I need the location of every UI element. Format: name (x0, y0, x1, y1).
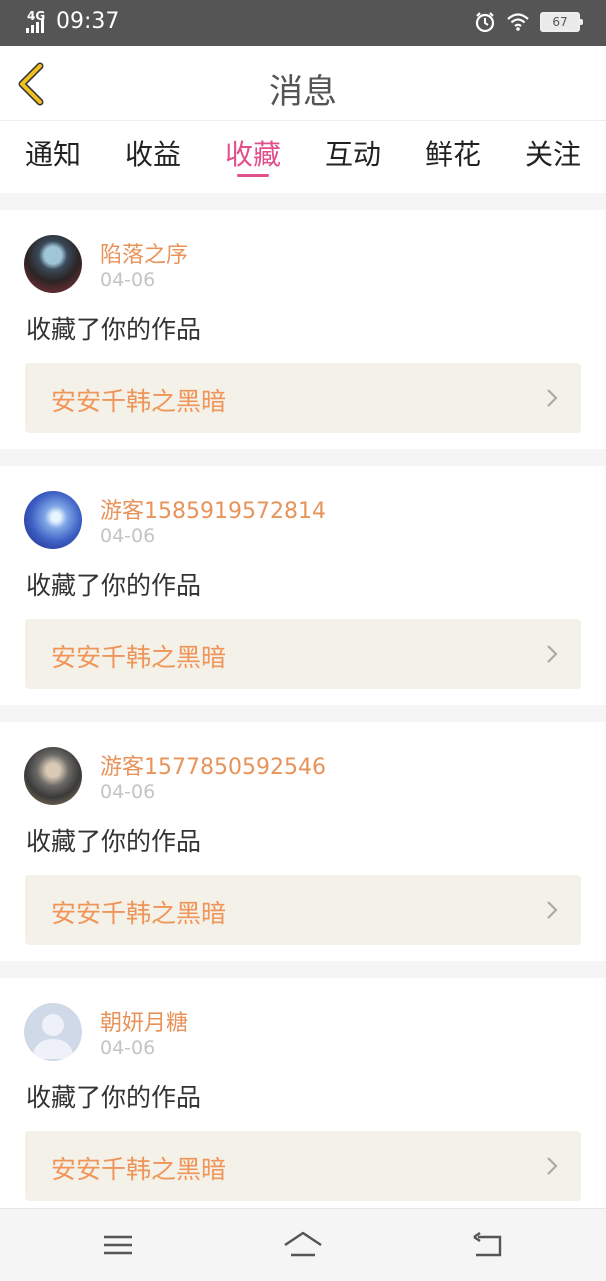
work-title: 安安千韩之黑暗 (51, 643, 227, 672)
work-title: 安安千韩之黑暗 (51, 387, 227, 416)
battery-icon: 67 (540, 12, 583, 32)
clock: 09:37 (56, 9, 120, 34)
menu-icon[interactable] (98, 1229, 138, 1261)
status-bar: 4G 09:37 67 (0, 0, 606, 46)
alarm-icon (475, 12, 495, 33)
message-text: 收藏了你的作品 (26, 827, 202, 856)
work-link[interactable]: 安安千韩之黑暗 (25, 619, 581, 689)
tab-earnings[interactable]: 收益 (124, 121, 182, 193)
tab-flowers[interactable]: 鲜花 (424, 121, 482, 193)
default-avatar-icon (32, 1014, 74, 1059)
work-link[interactable]: 安安千韩之黑暗 (25, 875, 581, 945)
message-date: 04-06 (100, 269, 156, 291)
message-text: 收藏了你的作品 (26, 571, 202, 600)
message-list: 陷落之序 04-06 收藏了你的作品 安安千韩之黑暗 游客15859195728… (0, 193, 606, 1217)
tab-bar: 通知 收益 收藏 互动 鲜花 关注 (0, 121, 606, 193)
battery-level: 67 (552, 15, 568, 29)
avatar[interactable] (24, 491, 82, 549)
work-link[interactable]: 安安千韩之黑暗 (25, 363, 581, 433)
signal-icon: 4G (26, 9, 52, 35)
username[interactable]: 陷落之序 (100, 237, 188, 269)
work-title: 安安千韩之黑暗 (51, 1155, 227, 1184)
message-card: 游客1585919572814 04-06 收藏了你的作品 安安千韩之黑暗 (0, 466, 606, 705)
avatar[interactable] (24, 747, 82, 805)
system-nav-bar (0, 1208, 606, 1281)
home-icon[interactable] (283, 1229, 323, 1261)
chevron-right-icon (547, 901, 558, 919)
message-text: 收藏了你的作品 (26, 315, 202, 344)
message-card: 陷落之序 04-06 收藏了你的作品 安安千韩之黑暗 (0, 210, 606, 449)
tab-follows[interactable]: 关注 (524, 121, 582, 193)
username[interactable]: 游客1585919572814 (100, 493, 326, 525)
chevron-right-icon (547, 1157, 558, 1175)
chevron-right-icon (547, 645, 558, 663)
avatar[interactable] (24, 1003, 82, 1061)
header: 消息 (0, 46, 606, 121)
message-date: 04-06 (100, 1037, 156, 1059)
message-text: 收藏了你的作品 (26, 1083, 202, 1112)
tab-interactions[interactable]: 互动 (324, 121, 382, 193)
work-link[interactable]: 安安千韩之黑暗 (25, 1131, 581, 1201)
avatar[interactable] (24, 235, 82, 293)
username[interactable]: 朝妍月糖 (100, 1005, 188, 1037)
message-date: 04-06 (100, 781, 156, 803)
message-card: 游客1577850592546 04-06 收藏了你的作品 安安千韩之黑暗 (0, 722, 606, 961)
username[interactable]: 游客1577850592546 (100, 749, 326, 781)
message-card: 朝妍月糖 04-06 收藏了你的作品 安安千韩之黑暗 (0, 978, 606, 1217)
chevron-right-icon (547, 389, 558, 407)
message-date: 04-06 (100, 525, 156, 547)
work-title: 安安千韩之黑暗 (51, 899, 227, 928)
tab-favorites[interactable]: 收藏 (224, 121, 282, 193)
tab-notifications[interactable]: 通知 (24, 121, 82, 193)
page-title: 消息 (269, 72, 337, 112)
wifi-icon (507, 13, 529, 31)
return-icon[interactable] (468, 1229, 508, 1261)
